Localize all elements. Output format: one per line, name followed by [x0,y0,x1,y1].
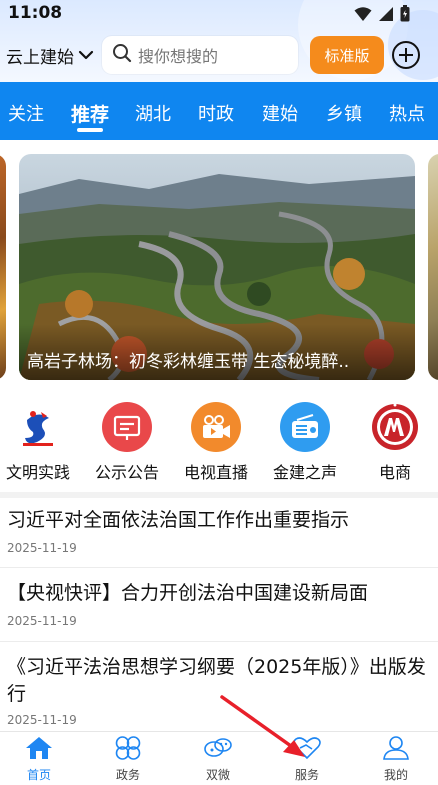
location-label: 云上建始 [6,48,74,68]
news-title: 习近平对全面依法治国工作作出重要指示 [7,509,350,531]
status-time: 11:08 [8,3,63,23]
news-title: 《习近平法治思想学习纲要（2025年版）》出版发行 [7,656,426,705]
quick-link-announcements[interactable]: 公示公告 [87,402,167,483]
quick-link-label: 文明实践 [5,463,70,482]
nav-label: 双微 [205,768,230,782]
section-divider [0,492,438,498]
quick-links-row: 文明实践 公示公告 电视直播 金建之声 电商 [0,392,438,492]
quick-link-ecommerce[interactable]: 电商 [355,402,435,483]
news-list-item[interactable]: 习近平对全面依法治国工作作出重要指示 2025-11-19 [0,500,438,568]
tab-recommend[interactable]: 推荐 [71,100,109,127]
carousel-next-slide[interactable] [428,154,438,380]
tv-live-camera-icon [191,402,241,452]
chevron-down-icon [78,46,94,66]
nav-label: 服务 [294,768,319,782]
active-tab-indicator [77,128,103,132]
weibo-wechat-icon [203,736,233,764]
bottom-navigation: 首页 政务 双微 服务 我的 [0,731,438,785]
news-list-item[interactable]: 【央视快评】合力开创法治中国建设新局面 2025-11-19 [0,568,438,642]
home-icon [25,736,53,764]
nav-profile[interactable]: 我的 [361,736,431,783]
tab-politics[interactable]: 时政 [198,100,234,126]
quick-link-label: 电视直播 [183,463,248,482]
nav-label: 首页 [26,768,51,782]
nav-home[interactable]: 首页 [4,736,74,783]
ecommerce-logo-icon [370,402,420,452]
nav-service[interactable]: 服务 [272,736,342,783]
carousel-previous-slide[interactable] [0,154,6,380]
news-date: 2025-11-19 [7,614,77,628]
nav-label: 政务 [115,768,140,782]
tab-towns[interactable]: 乡镇 [326,100,362,126]
carousel-caption: 高岩子林场：初冬彩林缠玉带 生态秘境醉.. [27,352,350,372]
tab-jianshi[interactable]: 建始 [262,100,298,126]
government-affairs-icon [114,736,142,764]
quick-link-jinjian-voice[interactable]: 金建之声 [265,402,345,483]
search-placeholder: 搜你想搜的 [138,47,219,66]
nav-weibo-wechat[interactable]: 双微 [183,736,253,783]
nav-government[interactable]: 政务 [93,736,163,783]
battery-icon [400,5,410,22]
profile-icon [382,736,410,764]
search-input[interactable]: 搜你想搜的 [102,36,298,74]
search-icon [112,43,132,67]
news-date: 2025-11-19 [7,541,77,555]
channel-tabs: 关注 推荐 湖北 时政 建始 乡镇 热点 [0,82,438,140]
nav-label: 我的 [383,768,408,782]
standard-version-button[interactable]: 标准版 [310,36,384,74]
radio-icon [280,402,330,452]
signal-icon [378,6,394,22]
tab-follow[interactable]: 关注 [8,100,44,126]
announcement-board-icon [102,402,152,452]
service-heart-icon [292,736,322,764]
add-circle-icon[interactable] [391,40,421,70]
wifi-icon [354,6,372,22]
quick-link-label: 公示公告 [94,463,159,482]
quick-link-tv-live[interactable]: 电视直播 [176,402,256,483]
tab-hot[interactable]: 热点 [389,100,425,126]
news-date: 2025-11-19 [7,713,77,727]
status-bar: 11:08 [0,0,438,28]
tab-hubei[interactable]: 湖北 [135,100,171,126]
news-list-item[interactable]: 《习近平法治思想学习纲要（2025年版）》出版发行 2025-11-19 [0,642,438,731]
quick-link-civilization-practice[interactable]: 文明实践 [0,402,78,483]
quick-link-label: 金建之声 [272,463,337,482]
quick-link-label: 电商 [378,463,411,482]
civilization-practice-logo-icon [13,402,63,452]
carousel-slide[interactable]: 高岩子林场：初冬彩林缠玉带 生态秘境醉.. [19,154,415,380]
news-title: 【央视快评】合力开创法治中国建设新局面 [7,582,369,604]
banner-carousel: 高岩子林场：初冬彩林缠玉带 生态秘境醉.. [0,140,438,390]
location-selector[interactable]: 云上建始 [6,43,94,68]
